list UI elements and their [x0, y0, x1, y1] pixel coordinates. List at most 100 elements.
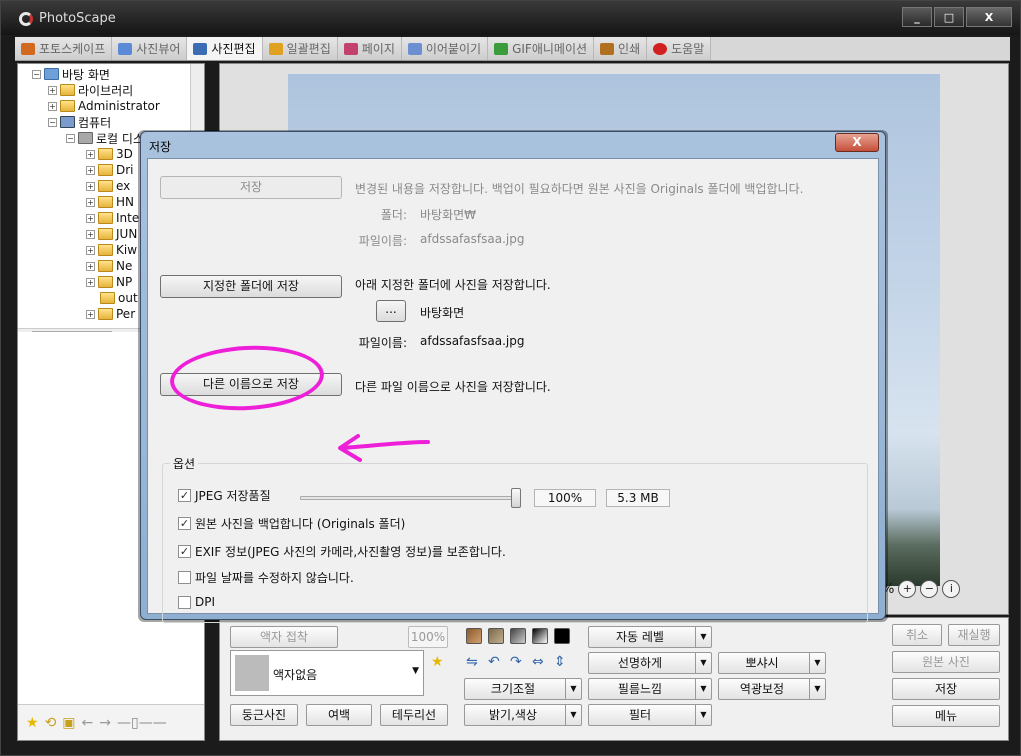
zoom-out-icon[interactable]: − [920, 580, 939, 598]
tree-folder[interactable]: +3D [86, 146, 133, 162]
chevron-down-icon[interactable]: ▼ [809, 653, 825, 673]
tab-photoscape[interactable]: 포토스케이프 [15, 37, 113, 60]
expand-icon[interactable]: + [86, 261, 95, 271]
collapse-icon[interactable]: − [48, 117, 57, 127]
border-button[interactable]: 테두리선 [380, 704, 448, 726]
scroll-thumb[interactable]: ||| [32, 331, 112, 332]
tree-folder[interactable]: + Inte [86, 210, 139, 226]
info-icon[interactable]: i [942, 580, 961, 598]
tab-combine[interactable]: 이어붙이기 [401, 37, 489, 60]
flip-icon[interactable]: ⇋ [466, 654, 478, 670]
favorite-star-icon[interactable]: ★ [431, 654, 444, 670]
folder-icon[interactable]: ▣ [62, 715, 75, 731]
zoom-in-icon[interactable]: + [898, 580, 917, 598]
tree-folder[interactable]: + Dri [86, 162, 134, 178]
jpeg-quality-checkbox[interactable]: ✓ JPEG 저장품질 [178, 487, 271, 504]
auto-level-button[interactable]: 자동 레벨 ▼ [588, 626, 712, 648]
star-icon[interactable]: ★ [26, 715, 39, 731]
expand-icon[interactable]: + [48, 101, 57, 111]
expand-icon[interactable]: + [86, 149, 95, 159]
exif-checkbox[interactable]: ✓ EXIF 정보(JPEG 사진의 카메라,사진촬영 정보)를 보존합니다. [178, 543, 506, 560]
tree-folder[interactable]: + NP [86, 274, 132, 290]
frame-selector[interactable]: 액자없음 ▼ [230, 650, 424, 696]
tab-help[interactable]: 도움말 [647, 37, 712, 60]
checkbox-checked[interactable]: ✓ [178, 545, 191, 558]
brightness-color-button[interactable]: 밝기,색상 ▼ [464, 704, 582, 726]
chevron-down-icon[interactable]: ▼ [565, 679, 581, 699]
tab-viewer[interactable]: 사진뷰어 [112, 37, 188, 60]
close-button[interactable]: X [966, 7, 1012, 27]
chevron-down-icon[interactable]: ▼ [695, 653, 711, 673]
tree-item-library[interactable]: + 라이브러리 [48, 82, 133, 98]
expand-icon[interactable]: + [86, 277, 95, 287]
jpeg-quality-slider-thumb[interactable] [511, 488, 521, 508]
undo-button[interactable]: 취소 [892, 624, 942, 646]
flip-horizontal-icon[interactable]: ⇔ [532, 654, 544, 670]
dpi-checkbox[interactable]: DPI [178, 595, 215, 609]
tree-folder[interactable]: + HN [86, 194, 134, 210]
round-photo-button[interactable]: 둥근사진 [230, 704, 298, 726]
minimize-button[interactable]: _ [902, 7, 932, 27]
film-effect-button[interactable]: 필름느낌 ▼ [588, 678, 712, 700]
tab-print[interactable]: 인쇄 [594, 37, 648, 60]
chevron-down-icon[interactable]: ▼ [695, 627, 711, 647]
menu-button[interactable]: 메뉴 [892, 705, 1000, 727]
expand-icon[interactable]: + [86, 197, 95, 207]
margin-button[interactable]: 여백 [306, 704, 372, 726]
expand-icon[interactable]: + [86, 245, 95, 255]
tree-folder[interactable]: + JUN [86, 226, 137, 242]
dialog-close-button[interactable]: X [835, 133, 879, 152]
tab-gif[interactable]: GIF애니메이션 [488, 37, 595, 60]
expand-icon[interactable]: + [86, 229, 95, 239]
expand-icon[interactable]: + [86, 213, 95, 223]
maximize-button[interactable]: □ [934, 7, 964, 27]
tab-batch[interactable]: 일괄편집 [262, 37, 338, 60]
expand-icon[interactable]: + [48, 85, 57, 95]
rotate-right-icon[interactable]: ↷ [510, 654, 522, 670]
original-photo-button[interactable]: 원본 사진 [892, 651, 1000, 673]
size-slider[interactable]: —▯—— [117, 715, 167, 731]
tree-folder[interactable]: + Per [86, 306, 135, 322]
checkbox-unchecked[interactable] [178, 571, 191, 584]
brown-tone-swatch[interactable] [466, 628, 482, 644]
chevron-down-icon[interactable]: ▼ [695, 679, 711, 699]
grey-tone-swatch[interactable] [510, 628, 526, 644]
frame-apply-button[interactable]: 액자 접착 [230, 626, 338, 648]
jpeg-quality-slider[interactable] [300, 496, 518, 500]
checkbox-unchecked[interactable] [178, 595, 191, 609]
collapse-icon[interactable]: − [66, 133, 75, 143]
save-to-folder-button[interactable]: 지정한 폴더에 저장 [160, 275, 342, 298]
rotate-icon[interactable]: ⟲ [45, 715, 57, 731]
browse-folder-button[interactable]: ... [376, 300, 406, 322]
checkbox-checked[interactable]: ✓ [178, 489, 191, 502]
redo-button[interactable]: 재실행 [948, 624, 1000, 646]
save-button[interactable]: 저장 [892, 678, 1000, 700]
sharpen-button[interactable]: 선명하게 ▼ [588, 652, 712, 674]
soften-button[interactable]: 뽀샤시 ▼ [718, 652, 826, 674]
tab-editor[interactable]: 사진편집 [187, 37, 263, 60]
expand-icon[interactable]: + [86, 309, 95, 319]
backup-checkbox[interactable]: ✓ 원본 사진을 백업합니다 (Originals 폴더) [178, 515, 405, 532]
back-icon[interactable]: ← [82, 715, 94, 731]
tree-folder[interactable]: + Kiw [86, 242, 137, 258]
expand-icon[interactable]: + [86, 165, 95, 175]
tree-item-administrator[interactable]: + Administrator [48, 98, 160, 114]
chevron-down-icon[interactable]: ▼ [695, 705, 711, 725]
tab-page[interactable]: 페이지 [337, 37, 402, 60]
bw-tone-swatch[interactable] [532, 628, 548, 644]
sepia-tone-swatch[interactable] [488, 628, 504, 644]
rotate-left-icon[interactable]: ↶ [488, 654, 500, 670]
save-overwrite-button[interactable]: 저장 [160, 176, 342, 199]
tree-item-desktop[interactable]: − 바탕 화면 [32, 66, 110, 82]
tree-folder[interactable]: out [100, 290, 138, 306]
forward-icon[interactable]: → [99, 715, 111, 731]
invert-tone-swatch[interactable] [554, 628, 570, 644]
checkbox-checked[interactable]: ✓ [178, 517, 191, 530]
collapse-icon[interactable]: − [32, 69, 41, 79]
chevron-down-icon[interactable]: ▼ [565, 705, 581, 725]
resize-button[interactable]: 크기조절 ▼ [464, 678, 582, 700]
chevron-down-icon[interactable]: ▼ [809, 679, 825, 699]
flip-vertical-icon[interactable]: ⇕ [554, 654, 566, 670]
expand-icon[interactable]: + [86, 181, 95, 191]
backlight-button[interactable]: 역광보정 ▼ [718, 678, 826, 700]
